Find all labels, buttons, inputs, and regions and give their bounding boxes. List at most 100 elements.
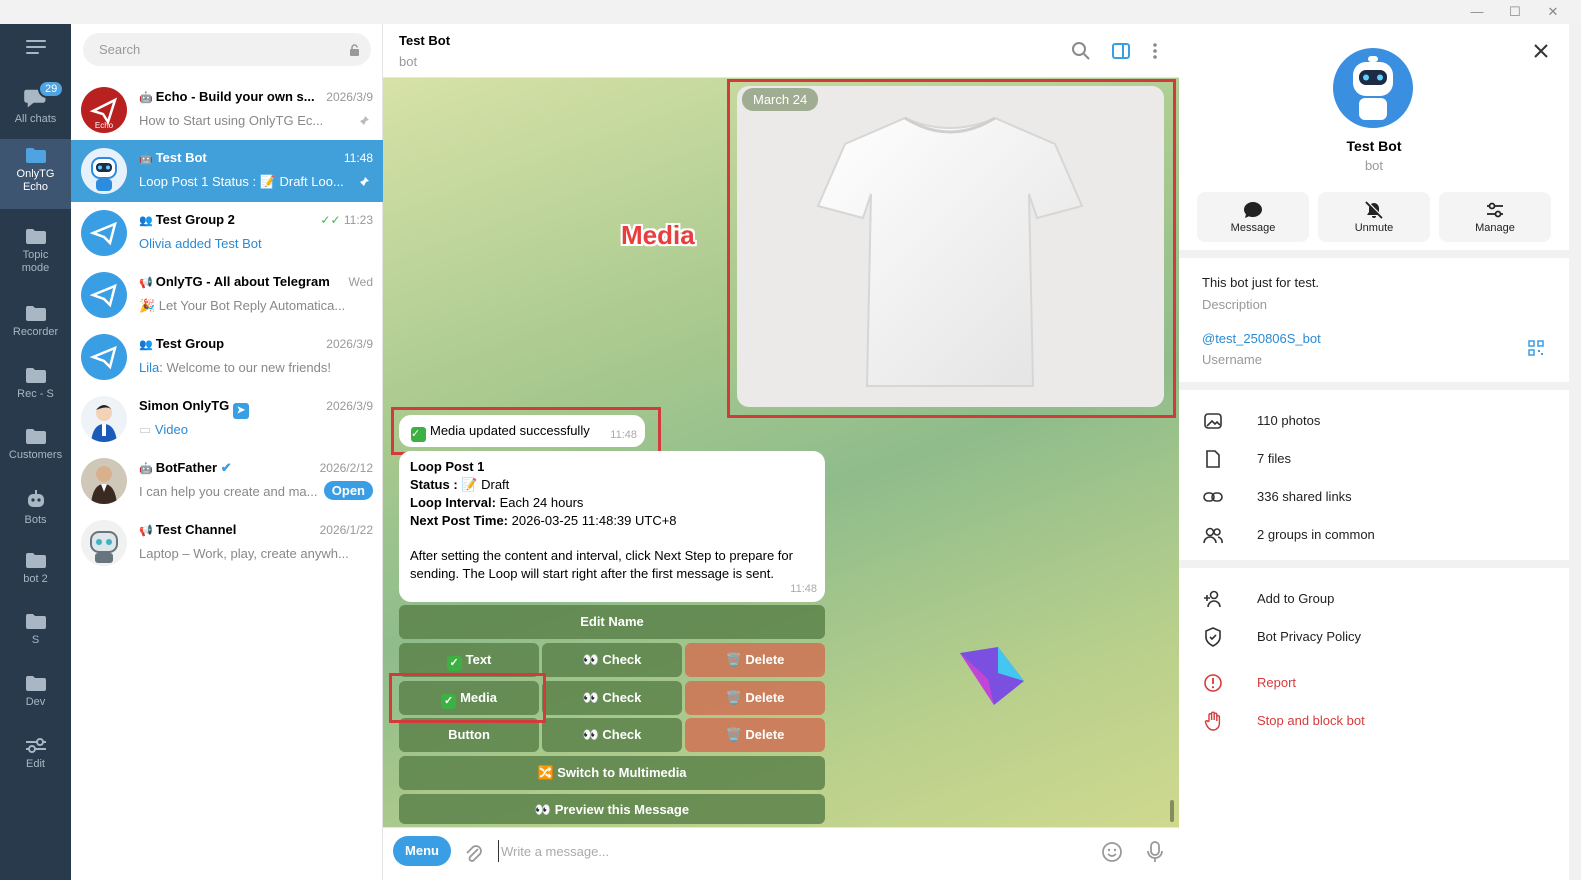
add-to-group-row[interactable]: Add to Group xyxy=(1179,580,1569,618)
delete-media-button[interactable]: 🗑️ Delete xyxy=(685,681,825,715)
channel-icon: 📢 xyxy=(139,525,153,537)
emoji-icon[interactable] xyxy=(1101,841,1123,863)
photo-icon xyxy=(1204,413,1222,429)
video-thumb-icon: ▭ xyxy=(139,422,155,437)
maximize-button[interactable]: ☐ xyxy=(1500,2,1530,22)
folder-onlytg-echo[interactable]: OnlyTG Echo xyxy=(0,139,71,209)
chat-item-test-group-2[interactable]: 👥 Test Group 2 ✓✓ 11:23 Olivia added Test… xyxy=(71,202,383,264)
search-icon[interactable] xyxy=(1071,41,1091,61)
chat-item-botfather[interactable]: 🤖 BotFather ✔ 2026/2/12 I can help you cr… xyxy=(71,450,383,512)
folder-icon xyxy=(25,306,46,321)
lock-icon[interactable] xyxy=(349,44,360,56)
chat-header: Test Bot bot xyxy=(383,24,1179,78)
photos-row[interactable]: 110 photos xyxy=(1179,402,1569,440)
svg-text:Echo: Echo xyxy=(95,121,114,130)
row-label: Stop and block bot xyxy=(1257,713,1365,728)
chat-subtitle: bot xyxy=(399,54,418,69)
minimize-button[interactable]: — xyxy=(1462,2,1492,22)
action-label: Unmute xyxy=(1354,222,1394,234)
bot-info-section: This bot just for test. Description @tes… xyxy=(1179,258,1569,382)
open-button[interactable]: Open xyxy=(323,481,373,500)
folder-topic-mode[interactable]: Topic mode xyxy=(0,220,71,290)
chat-title[interactable]: Test Bot xyxy=(399,33,450,48)
preview-message-button[interactable]: 👀 Preview this Message xyxy=(399,794,825,824)
chat-name: 👥 Test Group xyxy=(139,336,225,351)
avatar xyxy=(81,210,127,256)
description-label: Description xyxy=(1202,297,1268,312)
chat-item-test-group[interactable]: 👥 Test Group 2026/3/9 Lila: Welcome to ou… xyxy=(71,326,383,388)
files-row[interactable]: 7 files xyxy=(1179,440,1569,478)
folder-label: mode xyxy=(21,262,50,274)
manage-action-button[interactable]: Manage xyxy=(1439,192,1551,242)
hand-stop-icon xyxy=(1204,711,1221,731)
shared-media-section: 110 photos 7 files 336 shared links 2 gr… xyxy=(1179,390,1569,560)
annotation-highlight-photo xyxy=(727,79,1176,418)
chat-preview: Loop Post 1 Status : 📝 Draft Loo... xyxy=(139,174,344,189)
search-input[interactable]: Search xyxy=(83,33,371,66)
check-button-button[interactable]: 👀 Check xyxy=(542,718,682,752)
chat-item-echo[interactable]: Echo 🤖 Echo - Build your own s... 2026/3/… xyxy=(71,79,383,141)
row-label: 110 photos xyxy=(1257,413,1321,428)
folder-rec-s[interactable]: Rec - S xyxy=(0,359,71,421)
chat-preview: Laptop – Work, play, create anywh... xyxy=(139,546,349,561)
folder-bots[interactable]: Bots xyxy=(0,482,71,544)
post-status: Status : 📝 Draft xyxy=(410,477,510,492)
folder-label: Customers xyxy=(8,449,63,461)
delete-text-button[interactable]: 🗑️ Delete xyxy=(685,643,825,677)
post-paragraph: After setting the content and interval, … xyxy=(410,548,793,563)
message-action-button[interactable]: Message xyxy=(1197,192,1309,242)
read-checks-icon: ✓✓ xyxy=(320,213,344,227)
row-label: 336 shared links xyxy=(1257,489,1352,504)
chat-scrollbar[interactable] xyxy=(1170,82,1174,822)
message-input[interactable] xyxy=(498,840,1058,862)
text-button[interactable]: ✓ Text xyxy=(399,643,539,677)
switch-multimedia-button[interactable]: 🔀 Switch to Multimedia xyxy=(399,756,825,790)
avatar xyxy=(81,396,127,442)
row-label: Add to Group xyxy=(1257,591,1335,606)
chat-name: 🤖 Test Bot xyxy=(139,150,207,165)
qr-code-icon[interactable] xyxy=(1528,340,1544,356)
folder-all-chats[interactable]: 29 All chats xyxy=(0,76,71,138)
folder-icon xyxy=(25,229,46,244)
username-link[interactable]: @test_250806S_bot xyxy=(1202,331,1321,346)
chat-item-simon[interactable]: Simon OnlyTG ➤ 2026/3/9 ▭ Video xyxy=(71,388,383,450)
close-window-button[interactable]: ✕ xyxy=(1538,2,1568,22)
groups-in-common-row[interactable]: 2 groups in common xyxy=(1179,516,1569,554)
delete-button-button[interactable]: 🗑️ Delete xyxy=(685,718,825,752)
sidebar-toggle-icon[interactable] xyxy=(1111,41,1131,61)
chat-preview: I can help you create and ma... xyxy=(139,484,318,499)
report-row[interactable]: Report xyxy=(1179,664,1569,702)
folder-s[interactable]: S xyxy=(0,605,71,667)
folder-icon xyxy=(25,614,46,629)
privacy-policy-row[interactable]: Bot Privacy Policy xyxy=(1179,618,1569,656)
folder-customers[interactable]: Customers xyxy=(0,420,71,482)
check-media-button[interactable]: 👀 Check xyxy=(542,681,682,715)
links-row[interactable]: 336 shared links xyxy=(1179,478,1569,516)
chat-item-test-channel[interactable]: 📢 Test Channel 2026/1/22 Laptop – Work, p… xyxy=(71,512,383,574)
folder-edit[interactable]: Edit xyxy=(0,729,71,791)
main-menu-icon[interactable] xyxy=(26,40,46,54)
folder-label: Recorder xyxy=(12,326,59,338)
chat-name: 👥 Test Group 2 xyxy=(139,212,235,227)
edit-name-button[interactable]: Edit Name xyxy=(399,605,825,639)
stop-block-row[interactable]: Stop and block bot xyxy=(1179,702,1569,740)
close-panel-icon[interactable] xyxy=(1532,42,1550,60)
app-logo-icon xyxy=(960,647,1024,705)
chat-item-onlytg[interactable]: 📢 OnlyTG - All about Telegram Wed 🎉 Let Y… xyxy=(71,264,383,326)
more-icon[interactable] xyxy=(1145,41,1165,61)
attach-icon[interactable] xyxy=(463,842,483,864)
microphone-icon[interactable] xyxy=(1145,840,1165,864)
sliders-icon xyxy=(25,738,46,753)
button-button[interactable]: Button xyxy=(399,718,539,752)
unmute-action-button[interactable]: Unmute xyxy=(1318,192,1430,242)
profile-avatar[interactable] xyxy=(1333,48,1413,128)
row-label: Bot Privacy Policy xyxy=(1257,629,1362,644)
check-text-button[interactable]: 👀 Check xyxy=(542,643,682,677)
bot-menu-button[interactable]: Menu xyxy=(393,836,451,866)
chat-item-test-bot[interactable]: 🤖 Test Bot 11:48 Loop Post 1 Status : 📝 D… xyxy=(71,140,383,202)
chat-time: ✓✓ 11:23 xyxy=(320,213,373,227)
folder-dev[interactable]: Dev xyxy=(0,667,71,729)
folder-recorder[interactable]: Recorder xyxy=(0,297,71,359)
folder-bot-2[interactable]: bot 2 xyxy=(0,544,71,606)
description-text: This bot just for test. xyxy=(1202,275,1320,290)
